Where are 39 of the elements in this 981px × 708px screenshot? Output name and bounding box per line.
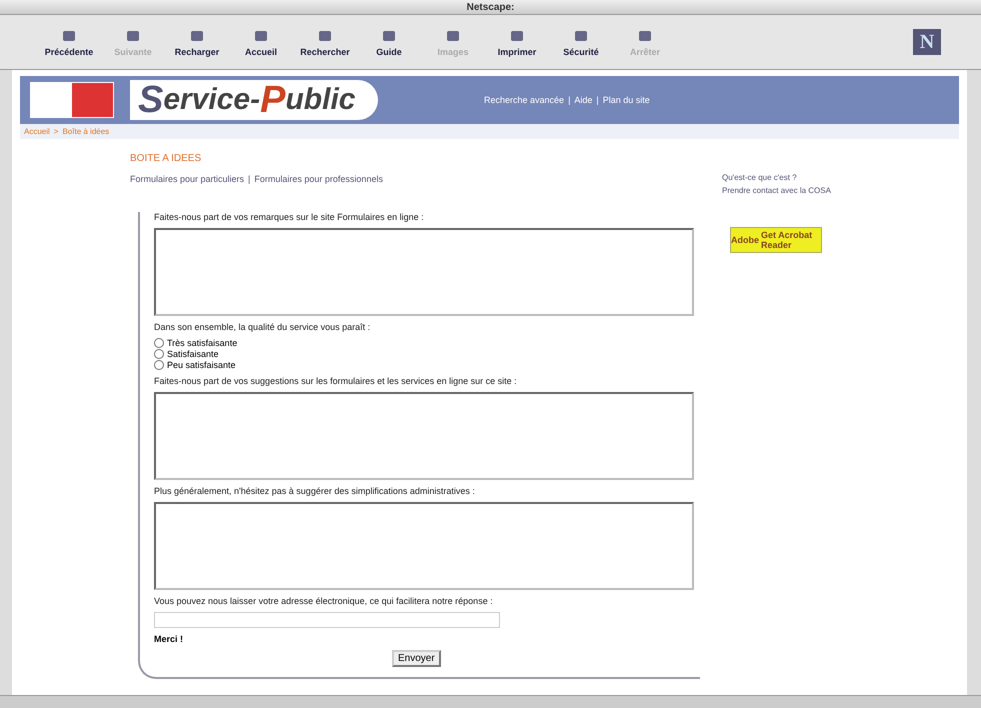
link-separator: | — [248, 174, 250, 184]
toolbar-button[interactable]: Recharger — [168, 26, 226, 58]
comment-textarea[interactable] — [154, 228, 694, 316]
radio-button[interactable] — [154, 360, 164, 370]
header-link[interactable]: Recherche avancée — [484, 95, 564, 105]
toolbar-button[interactable]: Sécurité — [552, 26, 610, 58]
radio-button[interactable] — [154, 349, 164, 359]
page-title: BOITE A IDEES — [130, 153, 202, 164]
browser-logo: N — [913, 29, 941, 55]
side-link[interactable]: Qu'est-ce que c'est ? — [722, 173, 832, 182]
comment-textarea[interactable] — [154, 392, 694, 480]
radio-button[interactable] — [154, 338, 164, 348]
header-link[interactable]: Plan du site — [602, 95, 650, 105]
radio-label: Satisfaisante — [167, 349, 219, 359]
link-separator: | — [596, 95, 599, 105]
field-label: Faites-nous part de vos remarques sur le site Formulaires en ligne : — [154, 212, 425, 222]
field-label: Plus généralement, n'hésitez pas à suggérer des simplifications administratives : — [154, 486, 476, 496]
form-link[interactable]: Formulaires pour particuliers — [130, 174, 244, 184]
window-title: Netscape: — [0, 0, 981, 15]
header-link[interactable]: Aide — [574, 95, 592, 105]
toolbar-button[interactable]: Accueil — [232, 26, 290, 58]
field-label: Vous pouvez nous laisser votre adresse électronique, ce qui facilitera notre réponse : — [154, 596, 494, 606]
radio-label: Peu satisfaisante — [167, 360, 236, 370]
field-label: Dans son ensemble, la qualité du service vous paraît : — [154, 322, 372, 332]
toolbar-button[interactable]: Précédente — [40, 26, 98, 58]
field-label: Faites-nous part de vos suggestions sur les formulaires et les services en ligne sur ce site : — [154, 376, 518, 386]
form-link[interactable]: Formulaires pour professionnels — [254, 174, 383, 184]
side-link[interactable]: Prendre contact avec la COSA — [722, 186, 832, 195]
breadcrumb-separator: > — [54, 127, 58, 136]
radio-label: Très satisfaisante — [167, 338, 238, 348]
toolbar-button[interactable]: Guide — [360, 26, 418, 58]
toolbar-button[interactable]: Imprimer — [488, 26, 546, 58]
email-field[interactable] — [154, 612, 500, 628]
send-button[interactable]: Envoyer — [392, 650, 441, 667]
site-logo: Service-Public — [130, 80, 378, 120]
link-separator: | — [568, 95, 570, 105]
toolbar-button[interactable]: Rechercher — [296, 26, 354, 58]
comment-textarea[interactable] — [154, 502, 694, 590]
thanks-text: Merci ! — [154, 634, 184, 644]
